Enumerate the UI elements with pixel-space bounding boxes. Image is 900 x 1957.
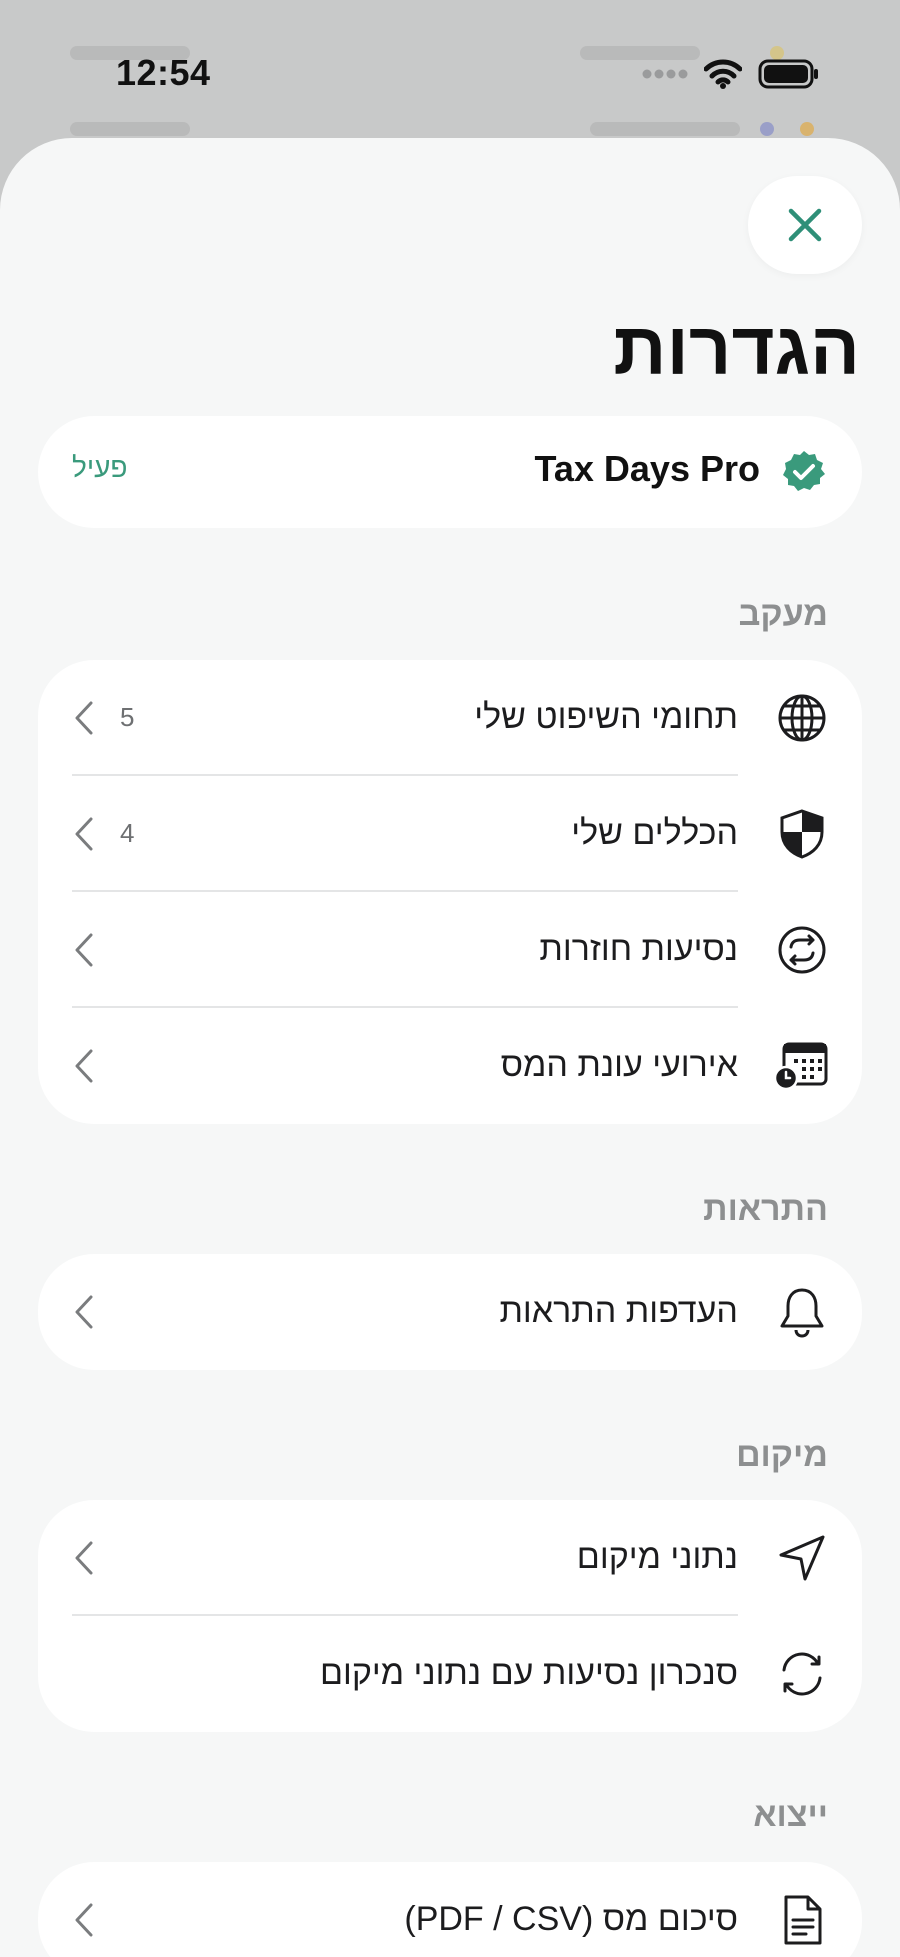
row-count: 5: [120, 702, 135, 732]
row-label: הכללים שלי: [571, 814, 738, 852]
status-bar: 12:54: [0, 0, 900, 140]
export-group: סיכום מס (PDF / CSV): [38, 1862, 862, 1957]
document-icon: [774, 1892, 830, 1948]
pro-subscription-card[interactable]: Tax Days Pro פעיל: [38, 416, 862, 528]
row-label: נסיעות חוזרות: [539, 930, 738, 968]
row-jurisdictions[interactable]: תחומי השיפוט שלי 5: [38, 660, 862, 776]
chevron-left-icon: [75, 933, 93, 967]
globe-icon: [774, 690, 830, 746]
close-icon: [788, 208, 822, 242]
verified-badge-icon: [783, 451, 825, 491]
settings-sheet: הגדרות Tax Days Pro פעיל מעקב תחומי השיפ…: [0, 138, 900, 1957]
sync-icon: [774, 1646, 830, 1702]
row-tax-summary[interactable]: סיכום מס (PDF / CSV): [38, 1862, 862, 1957]
bell-icon: [774, 1284, 830, 1340]
row-label: תחומי השיפוט שלי: [474, 698, 738, 736]
page-title: הגדרות: [613, 307, 860, 390]
pro-name: Tax Days Pro: [534, 448, 760, 489]
shield-icon: [774, 806, 830, 862]
chevron-left-icon: [75, 1295, 93, 1329]
section-header-tracking: מעקב: [738, 595, 828, 633]
chevron-left-icon: [75, 1903, 93, 1937]
row-label: נתוני מיקום: [576, 1538, 738, 1576]
wifi-icon: [704, 59, 742, 89]
row-label: העדפות התראות: [499, 1292, 738, 1330]
section-header-export: ייצוא: [753, 1796, 828, 1834]
tracking-group: תחומי השיפוט שלי 5 הכללים שלי 4 נסיעות ח…: [38, 660, 862, 1124]
row-label: סנכרון נסיעות עם נתוני מיקום: [319, 1654, 738, 1692]
calendar-clock-icon: [774, 1038, 830, 1094]
row-count: 4: [120, 818, 135, 848]
repeat-icon: [774, 922, 830, 978]
chevron-left-icon: [75, 1541, 93, 1575]
status-time: 12:54: [116, 52, 211, 93]
row-label: אירועי עונת המס: [500, 1046, 738, 1084]
row-recurring-trips[interactable]: נסיעות חוזרות: [38, 892, 862, 1008]
status-icons: [642, 56, 820, 92]
battery-icon: [758, 59, 818, 89]
chevron-left-icon: [75, 1049, 93, 1083]
section-header-notifications: התראות: [703, 1190, 828, 1228]
row-sync-trips-location[interactable]: סנכרון נסיעות עם נתוני מיקום: [38, 1616, 862, 1732]
close-button[interactable]: [748, 176, 862, 274]
location-arrow-icon: [774, 1530, 830, 1586]
section-header-location: מיקום: [736, 1436, 828, 1474]
signal-icon: [642, 69, 688, 79]
pro-status-badge: פעיל: [72, 452, 128, 483]
row-tax-season-events[interactable]: אירועי עונת המס: [38, 1008, 862, 1124]
location-group: נתוני מיקום סנכרון נסיעות עם נתוני מיקום: [38, 1500, 862, 1732]
row-rules[interactable]: הכללים שלי 4: [38, 776, 862, 892]
row-notification-preferences[interactable]: העדפות התראות: [38, 1254, 862, 1370]
row-location-data[interactable]: נתוני מיקום: [38, 1500, 862, 1616]
row-label: סיכום מס (PDF / CSV): [404, 1900, 738, 1938]
notifications-group: העדפות התראות: [38, 1254, 862, 1370]
chevron-left-icon: [75, 817, 93, 851]
chevron-left-icon: [75, 701, 93, 735]
